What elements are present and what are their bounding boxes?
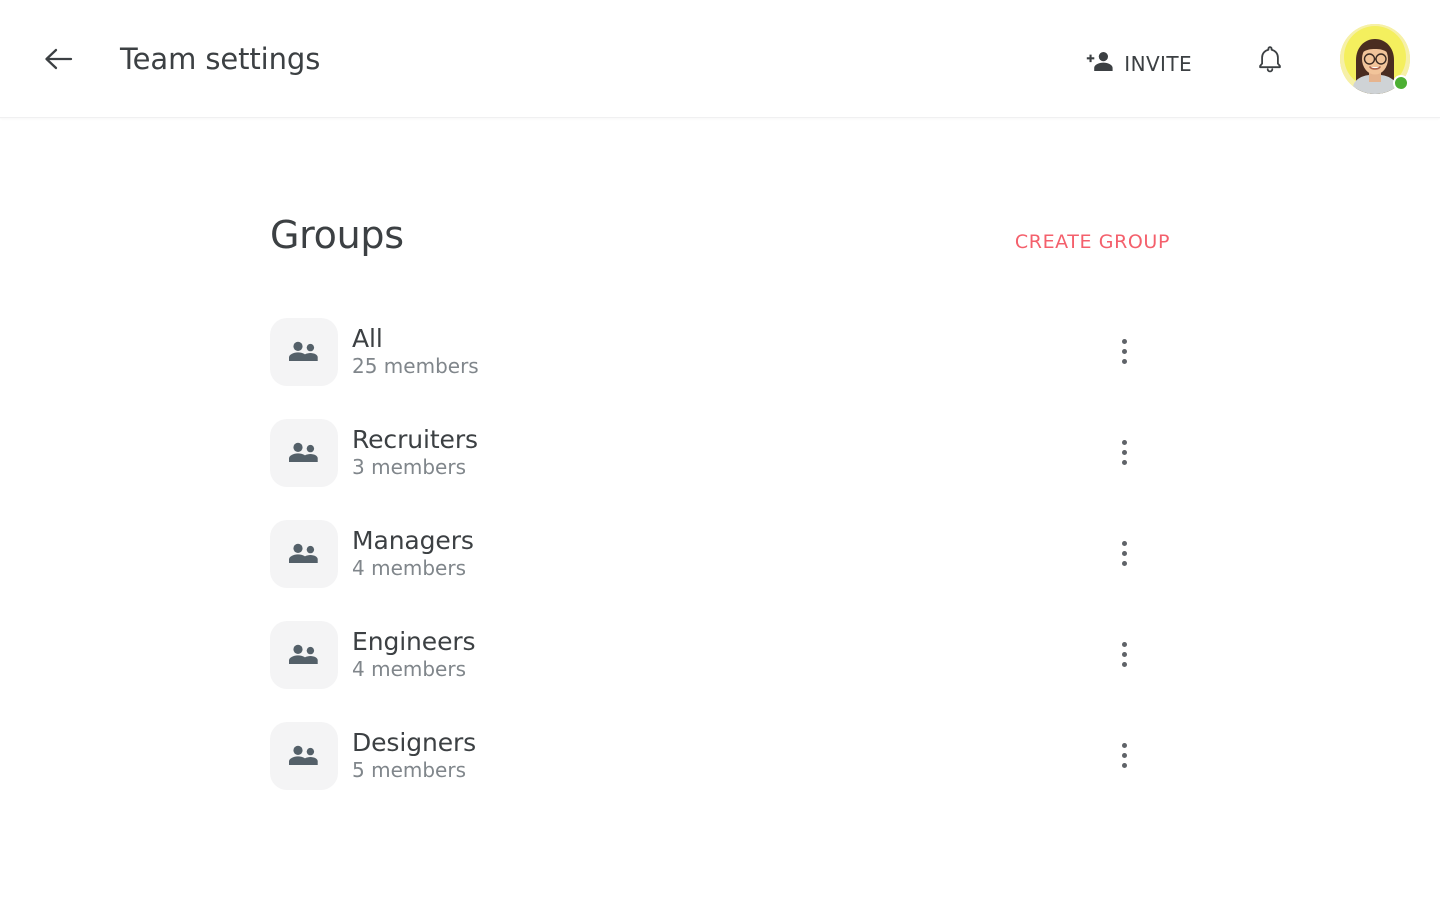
people-icon	[270, 317, 338, 386]
notifications-button[interactable]	[1248, 38, 1292, 82]
group-name: Designers	[352, 727, 477, 757]
list-item[interactable]: Managers 4 members	[270, 503, 1172, 604]
group-name: Recruiters	[352, 424, 478, 454]
group-member-count: 4 members	[352, 556, 466, 581]
invite-label: INVITE	[1124, 51, 1192, 76]
group-member-count: 25 members	[352, 354, 479, 379]
people-icon	[270, 418, 338, 487]
group-member-count: 5 members	[352, 758, 466, 783]
group-text: Recruiters 3 members	[352, 426, 478, 480]
group-name: Engineers	[352, 626, 476, 656]
group-text: Engineers 4 members	[352, 626, 476, 682]
list-item[interactable]: All 25 members	[270, 301, 1172, 402]
page-title: Team settings	[120, 41, 321, 76]
group-member-count: 4 members	[352, 657, 466, 682]
groups-panel-header: Groups CREATE GROUP	[270, 213, 1172, 273]
groups-panel: Groups CREATE GROUP All 25 members Recru…	[270, 213, 1172, 806]
groups-list: All 25 members Recruiters 3 members Mana…	[270, 301, 1172, 806]
user-avatar-button[interactable]	[1340, 24, 1410, 94]
more-vertical-icon[interactable]	[1104, 329, 1144, 375]
invite-button[interactable]: INVITE	[1075, 42, 1202, 85]
group-member-count: 3 members	[352, 455, 466, 480]
app-header: Team settings INVITE	[0, 0, 1440, 118]
list-item[interactable]: Designers 5 members	[270, 705, 1172, 806]
main-content: Groups CREATE GROUP All 25 members Recru…	[0, 118, 1440, 900]
bell-icon	[1257, 45, 1283, 76]
arrow-left-icon	[43, 46, 73, 72]
people-icon	[270, 519, 338, 588]
group-name: Managers	[352, 525, 474, 555]
group-text: Managers 4 members	[352, 527, 474, 581]
back-button[interactable]	[36, 38, 80, 80]
people-icon	[270, 620, 338, 689]
person-add-icon	[1085, 50, 1115, 77]
group-text: Designers 5 members	[352, 729, 476, 783]
more-vertical-icon[interactable]	[1104, 531, 1144, 577]
group-text: All 25 members	[352, 325, 479, 379]
group-name: All	[352, 323, 383, 353]
create-group-button[interactable]: CREATE GROUP	[1013, 227, 1172, 257]
status-badge	[1393, 75, 1409, 91]
list-item[interactable]: Engineers 4 members	[270, 604, 1172, 705]
list-item[interactable]: Recruiters 3 members	[270, 402, 1172, 503]
groups-heading: Groups	[270, 213, 404, 257]
more-vertical-icon[interactable]	[1104, 632, 1144, 678]
people-icon	[270, 721, 338, 790]
more-vertical-icon[interactable]	[1104, 430, 1144, 476]
more-vertical-icon[interactable]	[1104, 733, 1144, 779]
